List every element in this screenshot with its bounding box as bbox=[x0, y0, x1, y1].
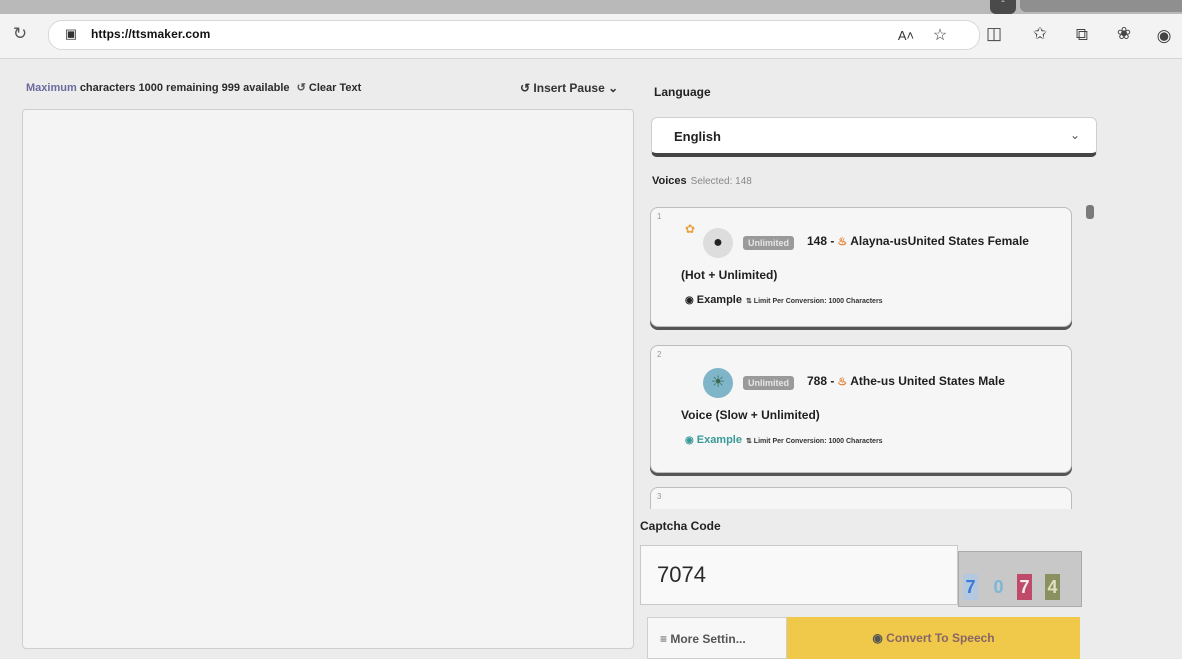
character-count-info: Maximum characters 1000 remaining 999 av… bbox=[26, 81, 361, 94]
voice-card[interactable]: 1 ✿ ● Unlimited 148 - ♨ Alayna-usUnited St… bbox=[650, 207, 1072, 327]
lock-icon[interactable]: ▣ bbox=[63, 26, 79, 42]
insert-pause-label: Insert Pause bbox=[533, 81, 605, 95]
voice-avatar-icon: ● bbox=[703, 228, 733, 258]
example-label: Example bbox=[696, 434, 742, 446]
refresh-icon[interactable]: ↻ bbox=[10, 24, 30, 44]
voice-avatar-icon: ☀ bbox=[703, 368, 733, 398]
voice-number: 2 bbox=[657, 350, 662, 359]
voice-subtitle: (Hot + Unlimited) bbox=[681, 268, 778, 282]
voice-name: Alayna-usUnited States Female bbox=[850, 234, 1029, 248]
fire-icon: ♨ bbox=[837, 236, 848, 248]
split-screen-icon[interactable]: ◫ bbox=[982, 22, 1006, 46]
voice-subtitle: Voice (Slow + Unlimited) bbox=[681, 408, 820, 422]
browser-tab[interactable] bbox=[1020, 0, 1182, 12]
favorites-icon[interactable]: ✩ bbox=[1028, 22, 1052, 46]
insert-pause-button[interactable]: ↺ Insert Pause ⌄ bbox=[520, 81, 618, 95]
text-input[interactable] bbox=[22, 109, 634, 649]
hot-sticker-icon: ✿ bbox=[685, 222, 696, 236]
character-count-text: characters 1000 remaining 999 available bbox=[79, 82, 290, 94]
page-content: Maximum characters 1000 remaining 999 av… bbox=[0, 59, 1182, 659]
captcha-char: 7 bbox=[963, 574, 978, 600]
favorite-star-icon[interactable]: ☆ bbox=[929, 25, 951, 47]
voice-number: 1 bbox=[657, 212, 662, 221]
voice-list-scrollbar[interactable] bbox=[1086, 205, 1094, 219]
play-icon: ◉ bbox=[685, 295, 694, 306]
tab-strip-chevron-up-icon[interactable]: ˆ bbox=[990, 0, 1016, 14]
browser-tab-strip: ˆ bbox=[0, 0, 1182, 14]
voice-list[interactable]: 1 ✿ ● Unlimited 148 - ♨ Alayna-usUnited St… bbox=[644, 197, 1084, 509]
voice-card[interactable]: 3 bbox=[650, 487, 1072, 509]
voice-card[interactable]: 2 ☀ Unlimited 788 - ♨ Athe-us United State… bbox=[650, 345, 1072, 473]
address-bar[interactable]: ▣ https://ttsmaker.com A˄ ☆ bbox=[48, 20, 980, 50]
unlimited-badge: Unlimited bbox=[743, 376, 795, 390]
clear-text-icon[interactable]: ↺ bbox=[297, 82, 306, 94]
example-label: Example bbox=[696, 294, 742, 306]
limit-label: Limit Per Conversion: 1000 Characters bbox=[753, 298, 883, 305]
extensions-icon[interactable]: ❀ bbox=[1112, 22, 1136, 46]
language-selected-value: English bbox=[674, 129, 721, 144]
voice-id: 148 - bbox=[807, 234, 835, 248]
collections-icon[interactable]: ⧉ bbox=[1070, 23, 1094, 47]
voice-id: 788 - bbox=[807, 374, 835, 388]
unlimited-badge: Unlimited bbox=[743, 236, 795, 250]
limit-text: ⇅ Limit Per Conversion: 1000 Characters bbox=[745, 298, 883, 305]
voice-name: Athe-us United States Male bbox=[850, 374, 1005, 388]
play-icon: ◉ bbox=[685, 435, 694, 446]
more-settings-label: More Settin... bbox=[670, 632, 746, 646]
voices-label-text: Voices bbox=[652, 175, 687, 187]
language-label: Language bbox=[654, 85, 711, 99]
captcha-char: 0 bbox=[993, 577, 1004, 597]
read-aloud-icon[interactable]: A˄ bbox=[895, 25, 917, 47]
captcha-label: Captcha Code bbox=[640, 519, 721, 533]
language-select[interactable]: English ⌄ bbox=[651, 117, 1097, 157]
voices-selected-count: Selected: 148 bbox=[690, 176, 752, 187]
captcha-input[interactable] bbox=[640, 545, 958, 605]
convert-to-speech-button[interactable]: ◉ Convert To Speech bbox=[787, 617, 1080, 659]
captcha-char: 7 bbox=[1017, 574, 1032, 600]
settings-sliders-icon: ≡ bbox=[660, 632, 668, 646]
chevron-down-icon: ⌄ bbox=[608, 81, 619, 95]
captcha-image[interactable]: 7 0 7 4 bbox=[958, 551, 1082, 607]
example-button[interactable]: ◉ Example ⇅ Limit Per Conversion: 1000 Cha… bbox=[685, 434, 883, 446]
pause-icon: ↺ bbox=[520, 81, 531, 95]
limit-label: Limit Per Conversion: 1000 Characters bbox=[753, 438, 883, 445]
voice-title: 788 - ♨ Athe-us United States Male bbox=[807, 374, 1005, 388]
profile-icon[interactable]: ◉ bbox=[1152, 24, 1176, 48]
captcha-char: 4 bbox=[1045, 574, 1060, 600]
browser-toolbar: ↻ ▣ https://ttsmaker.com A˄ ☆ ◫ ✩ ⧉ ❀ ◉ bbox=[0, 14, 1182, 59]
url-text[interactable]: https://ttsmaker.com bbox=[91, 27, 210, 41]
example-button[interactable]: ◉ Example ⇅ Limit Per Conversion: 1000 Cha… bbox=[685, 294, 883, 306]
convert-icon: ◉ bbox=[872, 631, 883, 645]
voice-title: 148 - ♨ Alayna-usUnited States Female bbox=[807, 234, 1029, 248]
maximum-label: Maximum bbox=[26, 82, 77, 94]
voice-number: 3 bbox=[657, 492, 662, 501]
limit-text: ⇅ Limit Per Conversion: 1000 Characters bbox=[745, 438, 883, 445]
chevron-down-icon: ⌄ bbox=[1069, 128, 1080, 142]
voices-label: Voices Selected: 148 bbox=[652, 175, 752, 187]
fire-icon: ♨ bbox=[837, 376, 848, 388]
convert-label: Convert To Speech bbox=[886, 631, 995, 645]
more-settings-button[interactable]: ≡ More Settin... bbox=[647, 617, 787, 659]
clear-text-button[interactable]: Clear Text bbox=[309, 82, 361, 94]
